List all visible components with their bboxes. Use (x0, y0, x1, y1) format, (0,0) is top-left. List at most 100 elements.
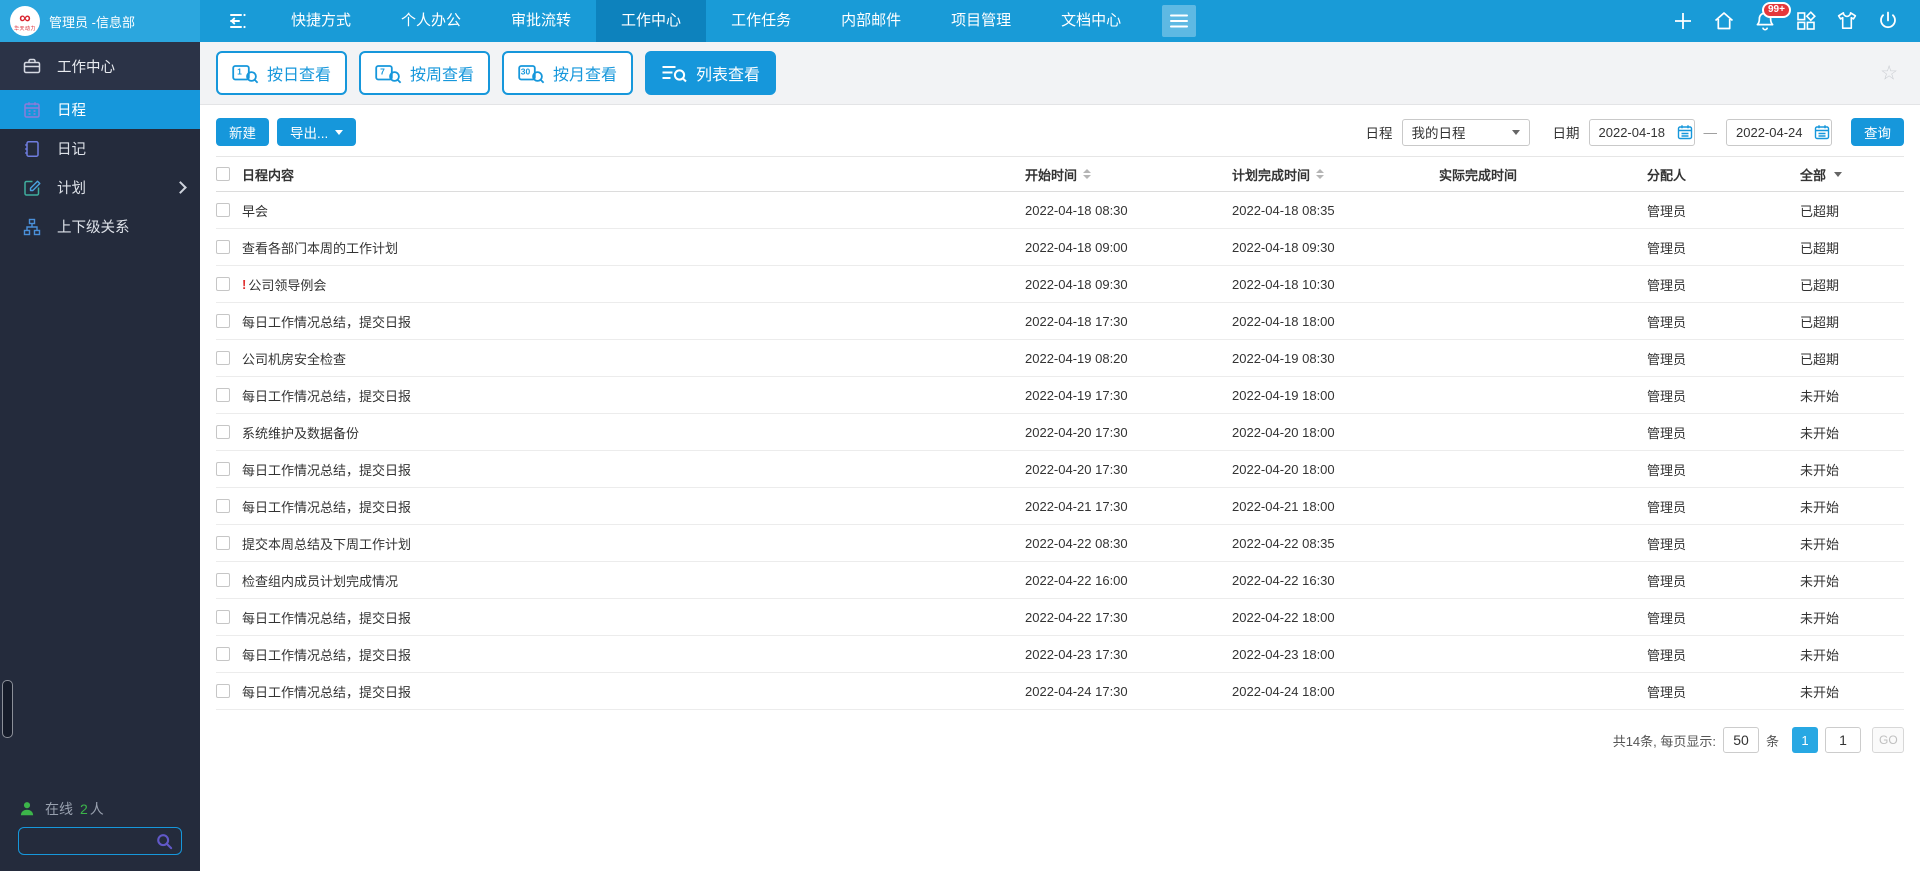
notification-badge: 99+ (1762, 2, 1791, 18)
sort-icon[interactable] (1083, 169, 1092, 179)
date-to-input[interactable] (1734, 123, 1812, 141)
table-body: 早会 2022-04-18 08:30 2022-04-18 08:35 管理员 已超期… (216, 192, 1904, 710)
cell-content: 早会 (242, 201, 1025, 220)
row-checkbox[interactable] (216, 647, 230, 661)
column-header-label: 日程内容 (242, 167, 295, 183)
go-button[interactable]: GO (1872, 727, 1904, 753)
menu-collapse-icon[interactable] (226, 9, 250, 33)
search-input[interactable] (19, 833, 155, 849)
view-button-list[interactable]: 列表查看 (645, 51, 777, 95)
apps-icon[interactable] (1794, 9, 1818, 33)
pagination-summary: 共14条, 每页显示: (1612, 733, 1716, 749)
topnav-item-2[interactable]: 个人办公 (376, 0, 486, 42)
query-button[interactable]: 查询 (1851, 118, 1904, 146)
current-page-button[interactable]: 1 (1792, 727, 1818, 753)
export-button[interactable]: 导出... (277, 118, 357, 146)
topnav-item-7[interactable]: 项目管理 (926, 0, 1036, 42)
sidebar-item-hierarchy[interactable]: 上下级关系 (0, 207, 200, 246)
action-row: 新建 导出... 日程 我的日程 日期 — (200, 105, 1920, 156)
home-icon[interactable] (1712, 9, 1736, 33)
new-button[interactable]: 新建 (216, 118, 269, 146)
table-row: 每日工作情况总结，提交日报 2022-04-24 17:30 2022-04-24 … (216, 673, 1904, 710)
cell-status: 已超期 (1800, 351, 1840, 367)
sidebar-item-label: 计划 (57, 181, 86, 197)
schedule-select[interactable]: 我的日程 (1401, 118, 1530, 146)
column-header-label: 实际完成时间 (1439, 167, 1518, 183)
online-count: 2 (80, 801, 88, 817)
schedule-content: 每日工作情况总结，提交日报 (242, 314, 412, 330)
bell-icon[interactable]: 99+ (1753, 2, 1791, 33)
cell-assignee: 管理员 (1647, 536, 1687, 552)
topnav-item-3[interactable]: 审批流转 (486, 0, 596, 42)
calendar-picker-icon[interactable] (1814, 124, 1830, 140)
view-button-label: 按日查看 (267, 67, 332, 84)
cell-assignee: 管理员 (1647, 425, 1687, 441)
sidebar-item-plan[interactable]: 计划 (0, 168, 200, 207)
goto-page-input[interactable] (1825, 727, 1861, 753)
cell-assignee: 管理员 (1647, 314, 1687, 330)
search-icon[interactable] (155, 832, 174, 851)
topnav-item-8[interactable]: 文档中心 (1036, 0, 1146, 42)
row-checkbox[interactable] (216, 314, 230, 328)
star-icon[interactable]: ☆ (1880, 61, 1898, 86)
date-from-field (1588, 118, 1695, 146)
app-logo-icon: ∞ 华天动力 (10, 6, 40, 36)
calendar-picker-icon[interactable] (1677, 124, 1693, 140)
date-from-input[interactable] (1596, 123, 1675, 141)
topnav-item-6[interactable]: 内部邮件 (816, 0, 926, 42)
topnav-item-4[interactable]: 工作中心 (596, 0, 707, 42)
column-header-label: 开始时间 (1025, 167, 1078, 183)
view-button-week[interactable]: 7 按周查看 (359, 51, 491, 95)
cell-assignee: 管理员 (1647, 240, 1687, 256)
select-all-checkbox[interactable] (216, 167, 230, 181)
row-checkbox[interactable] (216, 351, 230, 365)
cell-status: 未开始 (1800, 684, 1840, 700)
column-header-5: 分配人 (1647, 165, 1800, 184)
view-button-month[interactable]: 30 按月查看 (502, 51, 634, 95)
shirt-icon[interactable] (1835, 9, 1859, 33)
row-checkbox[interactable] (216, 462, 230, 476)
row-checkbox[interactable] (216, 388, 230, 402)
row-checkbox[interactable] (216, 425, 230, 439)
scrollbar-handle[interactable] (2, 680, 13, 738)
column-header-1: 日程内容 (242, 165, 1025, 184)
view-button-day[interactable]: 1 按日查看 (216, 51, 348, 95)
row-checkbox[interactable] (216, 240, 230, 254)
more-menu-button[interactable] (1162, 5, 1197, 37)
topnav-item-5[interactable]: 工作任务 (706, 0, 816, 42)
topbar: ∞ 华天动力 管理员 -信息部 快捷方式 个人办公 审批流转 工作中心 工作任务 内部邮件… (0, 0, 1920, 42)
row-checkbox[interactable] (216, 684, 230, 698)
cell-plan-end: 2022-04-18 09:30 (1232, 239, 1335, 255)
cell-start: 2022-04-18 08:30 (1025, 202, 1128, 218)
row-checkbox[interactable] (216, 277, 230, 291)
calendar-month-search-icon: 30 (518, 63, 545, 84)
online-label: 在线 (45, 801, 73, 817)
sidebar-item-schedule[interactable]: 日程 (0, 90, 200, 129)
row-checkbox[interactable] (216, 499, 230, 513)
chevron-down-icon[interactable] (1834, 171, 1843, 177)
column-header-label: 全部 (1800, 167, 1827, 183)
cell-content: 检查组内成员计划完成情况 (242, 571, 1025, 590)
page-size-input[interactable] (1722, 727, 1759, 753)
main-content: 1 按日查看 7 按周查看 30 按月查看 列表查看 ☆ 新建 导出... 日程 我的日程 … (200, 42, 1920, 871)
sidebar-item-diary[interactable]: 日记 (0, 129, 200, 168)
cell-status: 已超期 (1800, 277, 1840, 293)
topbar-icons: 99+ (1671, 2, 1920, 33)
row-checkbox[interactable] (216, 573, 230, 587)
cell-start: 2022-04-18 09:00 (1025, 239, 1128, 255)
cell-content: 每日工作情况总结，提交日报 (242, 645, 1025, 664)
row-checkbox[interactable] (216, 203, 230, 217)
row-checkbox[interactable] (216, 536, 230, 550)
cell-start: 2022-04-18 09:30 (1025, 276, 1128, 292)
power-icon[interactable] (1876, 9, 1900, 33)
cell-plan-end: 2022-04-22 18:00 (1232, 609, 1335, 625)
sidebar-item-workcenter[interactable]: 工作中心 (0, 42, 200, 90)
topnav-item-1[interactable]: 快捷方式 (266, 0, 376, 42)
cell-content: 查看各部门本周的工作计划 (242, 238, 1025, 257)
row-checkbox[interactable] (216, 610, 230, 624)
plus-icon[interactable] (1671, 9, 1695, 33)
sort-icon[interactable] (1316, 169, 1325, 179)
svg-text:7: 7 (380, 66, 385, 76)
sidebar-item-label: 日程 (57, 103, 86, 119)
cell-assignee: 管理员 (1647, 351, 1687, 367)
